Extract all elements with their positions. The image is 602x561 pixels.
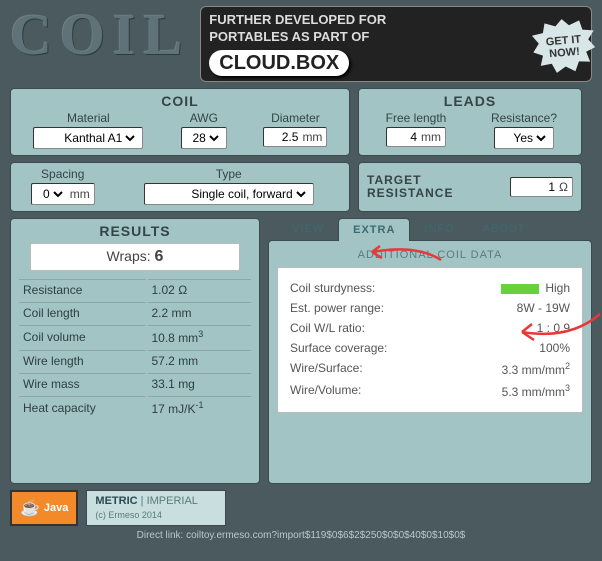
java-icon: ☕ bbox=[20, 498, 40, 518]
tab-about[interactable]: ABOUT bbox=[469, 218, 540, 241]
target-panel: TARGETRESISTANCE Ω bbox=[358, 162, 582, 212]
tab-info[interactable]: INFO bbox=[410, 218, 468, 241]
target-resistance-input[interactable] bbox=[515, 180, 555, 194]
type-select[interactable]: Single coil, forward bbox=[149, 186, 309, 202]
tab-view[interactable]: VIEW bbox=[278, 218, 338, 241]
java-badge[interactable]: ☕Java bbox=[10, 490, 78, 526]
tabs-area: VIEW EXTRA INFO ABOUT ADDITIONAL COIL DA… bbox=[268, 218, 592, 484]
awg-select[interactable]: 28 bbox=[186, 130, 222, 146]
table-row: Heat capacity17 mJ/K-1 bbox=[19, 396, 251, 419]
spacing-select[interactable]: 0 bbox=[36, 186, 66, 202]
get-it-now-badge[interactable]: GET IT NOW! bbox=[531, 16, 598, 77]
sturdyness-bar bbox=[501, 284, 539, 294]
coil-panel-2: Spacing 0mm Type Single coil, forward bbox=[10, 162, 350, 212]
material-select[interactable]: Kanthal A1 bbox=[38, 130, 138, 146]
table-row: Wire mass33.1 mg bbox=[19, 373, 251, 394]
logo: COIL bbox=[10, 6, 190, 64]
coil-panel: COIL Material Kanthal A1 AWG 28 Diameter… bbox=[10, 88, 350, 156]
coil-title: COIL bbox=[17, 93, 343, 109]
table-row: Coil volume10.8 mm3 bbox=[19, 325, 251, 348]
tab-body: ADDITIONAL COIL DATA Coil sturdyness: Hi… bbox=[268, 240, 592, 484]
resistance-select[interactable]: Yes bbox=[499, 130, 549, 146]
results-title: RESULTS bbox=[17, 223, 253, 239]
leads-panel: LEADS Free length mm Resistance? Yes bbox=[358, 88, 582, 156]
tab-extra[interactable]: EXTRA bbox=[338, 218, 410, 241]
promo-text: FURTHER DEVELOPED FOR PORTABLES AS PART … bbox=[209, 12, 386, 76]
table-row: Coil length2.2 mm bbox=[19, 302, 251, 323]
leads-title: LEADS bbox=[365, 93, 575, 109]
extra-data-box: Coil sturdyness: High Est. power range:8… bbox=[277, 267, 583, 413]
direct-link: Direct link: coiltoy.ermeso.com?import$1… bbox=[10, 530, 592, 541]
metric-button[interactable]: METRIC bbox=[95, 495, 137, 507]
table-row: Wire length57.2 mm bbox=[19, 350, 251, 371]
unit-toggle: METRIC | IMPERIAL (c) Ermeso 2014 bbox=[86, 490, 226, 526]
results-panel: RESULTS Wraps: 6 Resistance1.02 Ω Coil l… bbox=[10, 218, 260, 484]
diameter-input[interactable] bbox=[268, 130, 298, 144]
table-row: Resistance1.02 Ω bbox=[19, 279, 251, 300]
cloudbox-logo: CLOUD.BOX bbox=[209, 50, 349, 76]
results-table: Resistance1.02 Ω Coil length2.2 mm Coil … bbox=[17, 277, 253, 421]
wraps-display: Wraps: 6 bbox=[30, 243, 240, 271]
promo-banner[interactable]: FURTHER DEVELOPED FOR PORTABLES AS PART … bbox=[200, 6, 592, 82]
freelength-input[interactable] bbox=[391, 130, 417, 144]
imperial-button[interactable]: IMPERIAL bbox=[147, 495, 198, 507]
